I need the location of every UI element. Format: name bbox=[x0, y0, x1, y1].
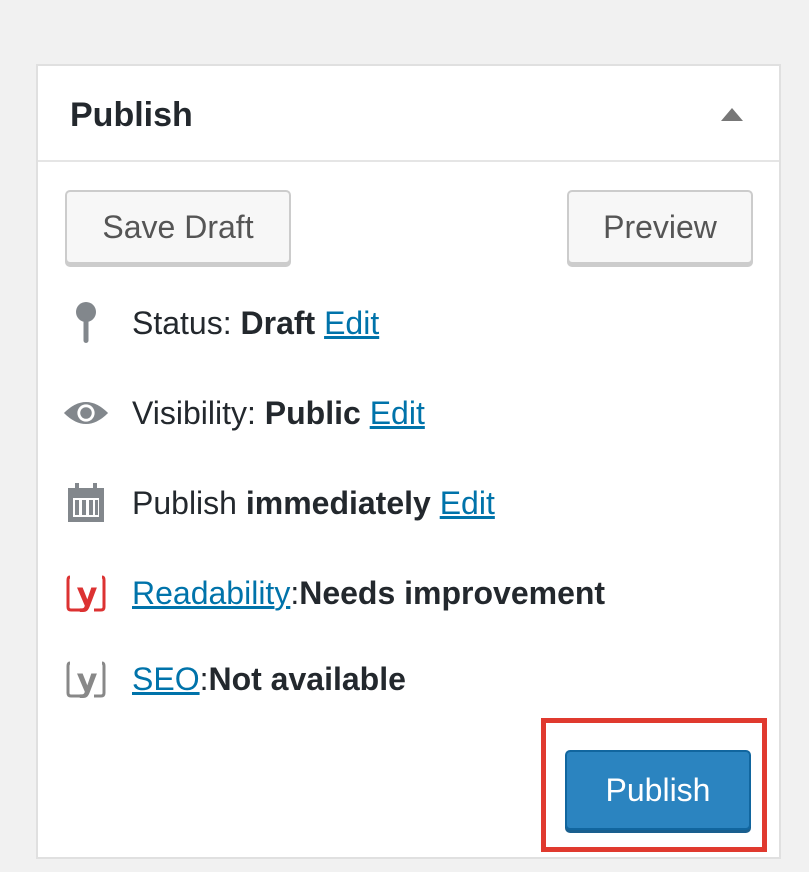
panel-title: Publish bbox=[70, 96, 193, 134]
visibility-value: Public bbox=[264, 394, 361, 431]
publish-button[interactable]: Publish bbox=[565, 750, 751, 830]
readability-link[interactable]: Readability bbox=[132, 575, 290, 612]
eye-icon bbox=[62, 388, 110, 438]
collapse-arrow-icon[interactable] bbox=[721, 108, 743, 121]
seo-separator: : bbox=[199, 660, 209, 697]
visibility-prefix: Visibility: bbox=[132, 394, 256, 431]
readability-row: y Readability: Needs improvement bbox=[62, 568, 605, 618]
calendar-icon bbox=[62, 478, 110, 528]
readability-value: Needs improvement bbox=[299, 574, 606, 611]
visibility-edit-link[interactable]: Edit bbox=[370, 395, 425, 432]
seo-row: y SEO: Not available bbox=[62, 654, 406, 704]
preview-button[interactable]: Preview bbox=[567, 190, 753, 264]
seo-value: Not available bbox=[208, 660, 406, 697]
readability-separator: : bbox=[290, 574, 300, 611]
schedule-row: Publish immediately Edit bbox=[62, 478, 495, 528]
svg-text:y: y bbox=[77, 661, 98, 699]
yoast-red-icon: y bbox=[62, 568, 110, 618]
pin-icon bbox=[62, 298, 110, 348]
visibility-row: Visibility: Public Edit bbox=[62, 388, 425, 438]
panel-header[interactable]: Publish bbox=[38, 66, 779, 162]
seo-link[interactable]: SEO bbox=[132, 661, 200, 698]
save-draft-button[interactable]: Save Draft bbox=[65, 190, 291, 264]
svg-text:y: y bbox=[77, 575, 98, 613]
schedule-edit-link[interactable]: Edit bbox=[440, 485, 495, 522]
status-value: Draft bbox=[240, 304, 316, 341]
status-edit-link[interactable]: Edit bbox=[324, 305, 379, 342]
schedule-prefix: Publish bbox=[132, 484, 237, 521]
schedule-value: immediately bbox=[245, 484, 431, 521]
status-row: Status: Draft Edit bbox=[62, 298, 379, 348]
yoast-gray-icon: y bbox=[62, 654, 110, 704]
status-prefix: Status: bbox=[132, 304, 232, 341]
